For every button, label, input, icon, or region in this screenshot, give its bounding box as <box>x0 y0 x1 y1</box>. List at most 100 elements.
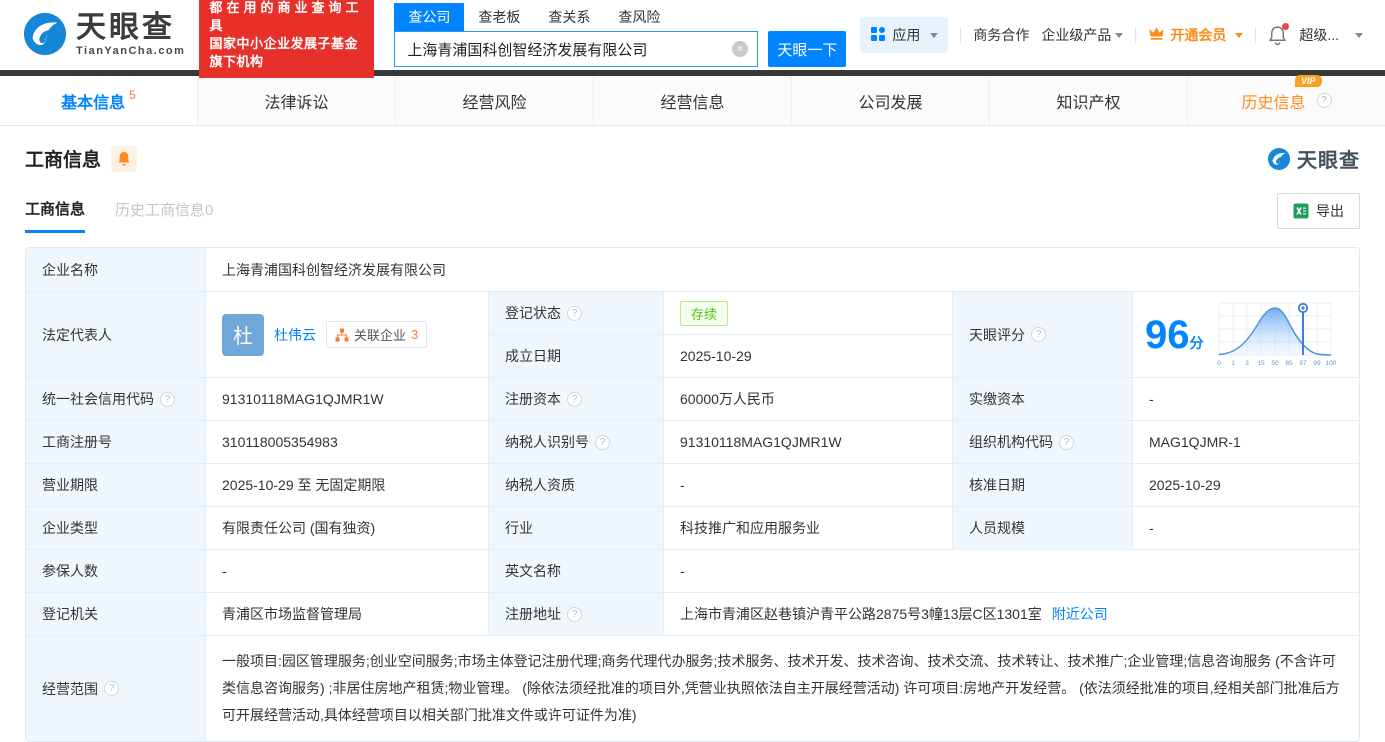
subtab-history-business-info[interactable]: 历史工商信息0 <box>115 199 213 233</box>
field-label-staff-size: 人员规模 <box>953 507 1133 550</box>
field-label-registration-status: 登记状态 ? <box>489 292 664 335</box>
legal-representative-link[interactable]: 杜伟云 <box>274 325 316 345</box>
search-input[interactable] <box>394 31 759 67</box>
help-icon[interactable]: ? <box>160 391 175 407</box>
watermark-label: 天眼查 <box>1297 150 1360 172</box>
field-value-business-term: 2025-10-29 至 无固定期限 <box>206 464 489 507</box>
help-icon[interactable]: ? <box>1031 327 1046 342</box>
svg-text:100: 100 <box>1325 360 1335 367</box>
help-icon[interactable]: ? <box>567 305 582 321</box>
tab-history-info[interactable]: VIP 历史信息 ? <box>1187 74 1385 125</box>
svg-text:0: 0 <box>1217 360 1221 367</box>
score-value: 96 <box>1145 312 1190 357</box>
field-value-business-scope: 一般项目:园区管理服务;创业空间服务;市场主体登记注册代理;商务代理代办服务;技… <box>206 636 1359 741</box>
search-tab-boss[interactable]: 查老板 <box>464 3 534 31</box>
svg-text:85: 85 <box>1285 360 1293 367</box>
divider <box>1255 27 1257 43</box>
related-count: 3 <box>411 327 419 342</box>
help-icon[interactable]: ? <box>567 606 582 622</box>
notification-dot <box>1282 22 1290 30</box>
promo-line2: 国家中小企业发展子基金旗下机构 <box>209 36 358 69</box>
field-label-paid-capital: 实缴资本 <box>953 378 1133 421</box>
field-value-company-type: 有限责任公司 (国有独资) <box>206 507 489 550</box>
help-icon[interactable]: ? <box>595 434 610 450</box>
bell-icon <box>118 151 130 166</box>
tab-badge: 5 <box>129 87 136 102</box>
field-label-tianyan-score: 天眼评分 ? <box>953 292 1133 378</box>
svg-text:15: 15 <box>1257 360 1265 367</box>
logo-domain: TianYanCha.com <box>76 45 186 57</box>
field-value-registered-address: 上海市青浦区赵巷镇沪青平公路2875号3幢13层C区1301室 附近公司 <box>664 593 1359 636</box>
field-label-registered-capital: 注册资本 ? <box>489 378 664 421</box>
search-button[interactable]: 天眼一下 <box>768 31 847 67</box>
tab-company-development[interactable]: 公司发展 <box>791 76 989 125</box>
field-label-english-name: 英文名称 <box>489 550 664 593</box>
field-value-taxpayer-id: 91310118MAG1QJMR1W <box>664 421 953 464</box>
subtab-business-info[interactable]: 工商信息 <box>25 198 86 233</box>
tianyancha-logo[interactable]: 天眼查 TianYanCha.com <box>22 11 185 60</box>
related-companies-badge[interactable]: 关联企业 3 <box>326 321 428 348</box>
svg-text:99: 99 <box>1313 360 1321 367</box>
apps-menu[interactable]: 应用 <box>860 17 949 53</box>
logo-title: 天眼查 <box>76 11 175 44</box>
related-label: 关联企业 <box>354 328 407 343</box>
field-value-credit-code: 91310118MAG1QJMR1W <box>206 378 489 421</box>
nav-enterprise-products[interactable]: 企业级产品 <box>1041 25 1124 45</box>
nav-open-vip[interactable]: 开通会员 <box>1148 25 1244 45</box>
field-value-registration-status: 存续 <box>664 292 953 335</box>
promo-banner: 都在用的商业查询工具 国家中小企业发展子基金旗下机构 <box>199 0 375 78</box>
search-tab-company[interactable]: 查公司 <box>394 3 465 31</box>
score-distribution-chart: 0 1 3 15 50 85 97 99 100 <box>1217 302 1336 367</box>
notification-bell[interactable] <box>1268 22 1290 46</box>
field-label-business-scope: 经营范围 ? <box>26 636 206 741</box>
field-label-company-type: 企业类型 <box>26 507 206 550</box>
tianyan-score-cell: 96分 0 1 3 15 50 85 97 99 100 <box>1133 292 1359 378</box>
field-value-registration-authority: 青浦区市场监督管理局 <box>206 593 489 636</box>
score-unit: 分 <box>1189 334 1204 351</box>
help-icon[interactable]: ? <box>104 681 119 696</box>
help-icon[interactable]: ? <box>1059 434 1074 450</box>
divider <box>1135 27 1137 43</box>
svg-text:3: 3 <box>1245 360 1249 367</box>
divider <box>960 27 962 43</box>
chevron-down-icon <box>930 32 939 38</box>
field-value-insured-number: - <box>206 550 489 593</box>
svg-text:1: 1 <box>1231 360 1235 367</box>
tab-label: 历史信息 <box>1241 94 1306 112</box>
subscribe-bell-button[interactable] <box>111 145 138 172</box>
business-info-table: 企业名称 上海青浦国科创智经济发展有限公司 法定代表人 杜 杜伟云 关联企业 3… <box>25 247 1360 742</box>
field-value-org-code: MAG1QJMR-1 <box>1133 421 1359 464</box>
chevron-down-icon <box>1235 32 1244 38</box>
search-tab-relation[interactable]: 查关系 <box>534 3 604 31</box>
field-label-insured-number: 参保人数 <box>26 550 206 593</box>
chevron-down-icon <box>1115 32 1124 38</box>
vip-badge: VIP <box>1294 74 1322 87</box>
field-label-org-code: 组织机构代码 ? <box>953 421 1133 464</box>
field-value-paid-capital: - <box>1133 378 1359 421</box>
field-value-registration-number: 310118005354983 <box>206 421 489 464</box>
search-tab-risk[interactable]: 查风险 <box>604 3 674 31</box>
tab-legal-litigation[interactable]: 法律诉讼 <box>197 76 395 125</box>
promo-line1: 都在用的商业查询工具 <box>209 0 363 33</box>
tab-operation-risk[interactable]: 经营风险 <box>395 76 593 125</box>
section-title: 工商信息 <box>25 150 102 171</box>
help-icon[interactable]: ? <box>1316 93 1332 108</box>
export-button[interactable]: 导出 <box>1277 193 1360 229</box>
avatar[interactable]: 杜 <box>222 313 264 356</box>
top-nav: 应用 商务合作 企业级产品 开通会员 超级... <box>860 17 1363 53</box>
tab-operation-info[interactable]: 经营信息 <box>593 76 791 125</box>
nearby-companies-link[interactable]: 附近公司 <box>1052 604 1108 624</box>
chevron-down-icon[interactable] <box>1355 32 1363 38</box>
tab-intellectual-property[interactable]: 知识产权 <box>989 76 1187 125</box>
nav-account[interactable]: 超级... <box>1299 25 1339 45</box>
tab-label: 基本信息 <box>61 94 126 112</box>
help-icon[interactable]: ? <box>567 391 582 407</box>
svg-text:97: 97 <box>1299 360 1307 367</box>
tab-basic-info[interactable]: 基本信息 5 <box>0 76 197 125</box>
tab-label: 知识产权 <box>1056 94 1121 112</box>
tianyancha-swirl-icon <box>1268 147 1290 170</box>
nav-business-coop[interactable]: 商务合作 <box>973 25 1029 45</box>
field-label-taxpayer-quality: 纳税人资质 <box>489 464 664 507</box>
search-block: 查公司 查老板 查关系 查风险 × 天眼一下 <box>394 3 847 67</box>
company-tabs: 基本信息 5 法律诉讼 经营风险 经营信息 公司发展 知识产权 VIP 历史信息… <box>0 74 1385 126</box>
